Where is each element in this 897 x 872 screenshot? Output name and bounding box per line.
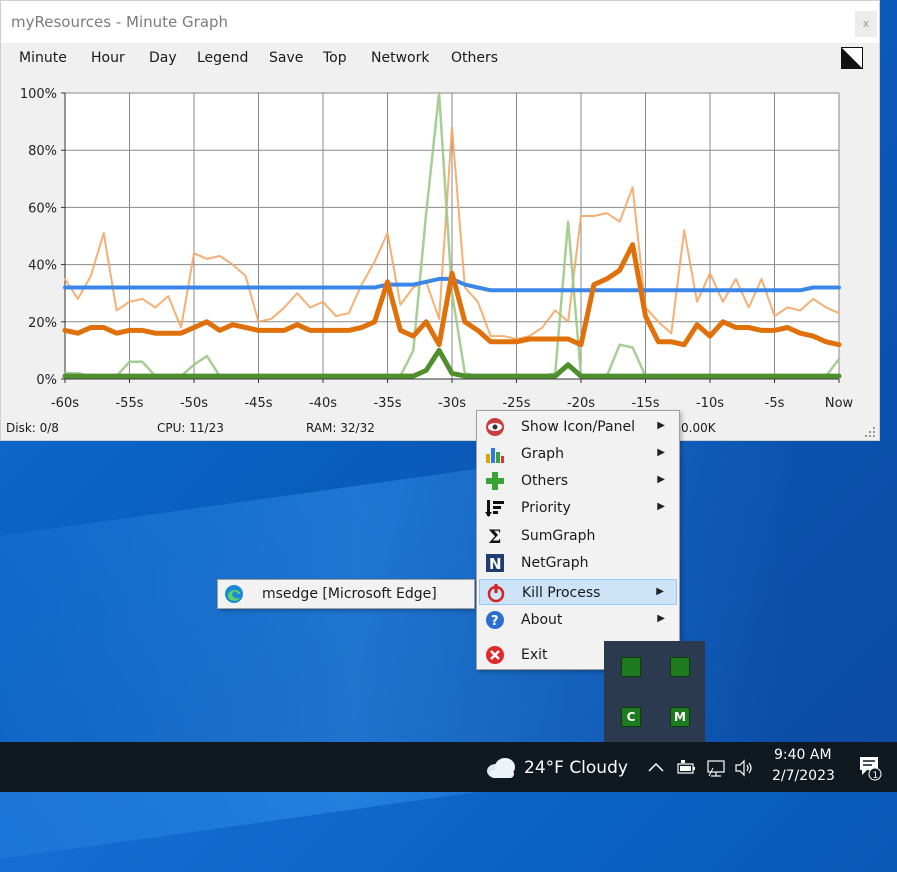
power-icon: [487, 584, 505, 603]
chevron-right-icon: ▶: [657, 613, 665, 624]
menu-item-sumgraph[interactable]: Σ SumGraph: [479, 523, 677, 549]
y-tick-label: 80%: [28, 144, 57, 159]
status-cpu: CPU: 11/23: [157, 421, 224, 435]
tray-overflow-panel: C M: [604, 641, 705, 742]
menu-legend[interactable]: Legend: [197, 50, 248, 66]
window-title: myResources - Minute Graph: [11, 13, 229, 31]
menu-item-label: Priority: [521, 500, 571, 516]
menu-others[interactable]: Others: [451, 50, 498, 66]
chevron-up-icon[interactable]: [646, 758, 666, 778]
menu-item-about[interactable]: ? About ▶: [479, 607, 677, 633]
app-window: myResources - Minute Graph x Minute Hour…: [0, 0, 880, 441]
corner-toggle-icon[interactable]: [841, 47, 863, 69]
weather-label[interactable]: 24°F Cloudy: [524, 758, 628, 778]
menu-item-netgraph[interactable]: N NetGraph: [479, 550, 677, 576]
process-msedge-label: msedge [Microsoft Edge]: [262, 586, 437, 602]
notification-count: 1: [873, 771, 879, 781]
edge-icon: [225, 585, 243, 603]
battery-icon[interactable]: [676, 758, 696, 778]
menu-item-kill-process[interactable]: Kill Process ▶: [479, 579, 677, 605]
menu-item-label: Graph: [521, 446, 564, 462]
resize-grip-icon[interactable]: [865, 427, 875, 437]
cloud-icon[interactable]: [484, 756, 518, 780]
menu-item-others[interactable]: Others ▶: [479, 468, 677, 494]
kill-process-submenu[interactable]: msedge [Microsoft Edge]: [217, 579, 475, 609]
status-ram: RAM: 32/32: [306, 421, 375, 435]
menu-network[interactable]: Network: [371, 50, 429, 66]
menu-minute[interactable]: Minute: [19, 50, 67, 66]
svg-text:?: ?: [491, 614, 499, 629]
menu-hour[interactable]: Hour: [91, 50, 125, 66]
x-tick-label: -20s: [567, 396, 595, 411]
tray-memory-icon[interactable]: M: [670, 707, 690, 727]
menu-item-show-icon-panel[interactable]: Show Icon/Panel ▶: [479, 414, 677, 440]
menu-item-label: NetGraph: [521, 555, 589, 571]
y-tick-label: 40%: [28, 259, 57, 274]
bar-graph-icon: [486, 448, 504, 463]
tray-app-icon[interactable]: [670, 657, 690, 677]
x-tick-label: -50s: [180, 396, 208, 411]
status-disk: Disk: 0/8: [6, 421, 59, 435]
context-menu: Show Icon/Panel ▶ Graph ▶ Others ▶ Prior…: [476, 410, 680, 670]
tray-cpu-icon[interactable]: C: [621, 707, 641, 727]
menu-item-label: Kill Process: [522, 585, 601, 601]
x-tick-label: -45s: [244, 396, 272, 411]
menu-item-label: About: [521, 612, 563, 628]
x-tick-label: -25s: [502, 396, 530, 411]
x-tick-label: -5s: [765, 396, 785, 411]
eye-icon: [486, 418, 504, 436]
x-tick-label: -15s: [631, 396, 659, 411]
priority-icon: [485, 500, 504, 517]
plus-icon: [486, 472, 504, 490]
menu-item-graph[interactable]: Graph ▶: [479, 441, 677, 467]
network-icon[interactable]: [706, 758, 726, 778]
x-tick-label: -30s: [438, 396, 466, 411]
sigma-icon: Σ: [488, 526, 501, 546]
x-tick-label: -10s: [696, 396, 724, 411]
chevron-right-icon: ▶: [656, 586, 664, 597]
taskbar: [0, 742, 897, 792]
clock-time[interactable]: 9:40 AM: [774, 747, 832, 763]
menu-item-label: Exit: [521, 647, 548, 663]
minute-graph-chart: 100% 80% 60% 40% 20% 0% -60s -55s -50s -45s -40s -3…: [20, 87, 854, 411]
status-net: 0.00K: [681, 421, 716, 435]
menu-item-label: Others: [521, 473, 569, 489]
svg-text:Σ: Σ: [488, 526, 501, 546]
volume-icon[interactable]: [734, 758, 754, 778]
y-tick-label: 100%: [20, 87, 57, 102]
x-tick-label: -55s: [115, 396, 143, 411]
x-tick-label: -40s: [309, 396, 337, 411]
chevron-right-icon: ▶: [657, 420, 665, 431]
chevron-right-icon: ▶: [657, 474, 665, 485]
chevron-right-icon: ▶: [657, 447, 665, 458]
menu-top[interactable]: Top: [323, 50, 347, 66]
clock-date[interactable]: 2/7/2023: [772, 768, 835, 784]
close-button[interactable]: x: [855, 11, 877, 37]
y-tick-label: 0%: [36, 373, 57, 388]
help-icon: ?: [486, 611, 504, 629]
x-tick-label: -60s: [51, 396, 79, 411]
tray-app-icon[interactable]: [621, 657, 641, 677]
menu-item-label: SumGraph: [521, 528, 596, 544]
status-bar: Disk: 0/8 CPU: 11/23 RAM: 32/32 0.00K: [1, 418, 879, 440]
desktop-background-streak: [0, 388, 897, 872]
x-tick-label: -35s: [373, 396, 401, 411]
menu-item-label: Show Icon/Panel: [521, 419, 635, 435]
chevron-right-icon: ▶: [657, 501, 665, 512]
menu-bar: Minute Hour Day Legend Save Top Network …: [1, 45, 879, 73]
netgraph-icon: N: [486, 554, 504, 573]
y-tick-label: 60%: [28, 201, 57, 216]
menu-save[interactable]: Save: [269, 50, 303, 66]
menu-day[interactable]: Day: [149, 50, 177, 66]
svg-text:N: N: [489, 555, 502, 573]
x-tick-label: Now: [825, 396, 854, 411]
exit-icon: [486, 646, 504, 664]
y-tick-label: 20%: [28, 316, 57, 331]
title-bar[interactable]: myResources - Minute Graph x: [1, 1, 879, 43]
menu-item-priority[interactable]: Priority ▶: [479, 495, 677, 521]
notification-center-icon[interactable]: 1: [858, 755, 882, 781]
